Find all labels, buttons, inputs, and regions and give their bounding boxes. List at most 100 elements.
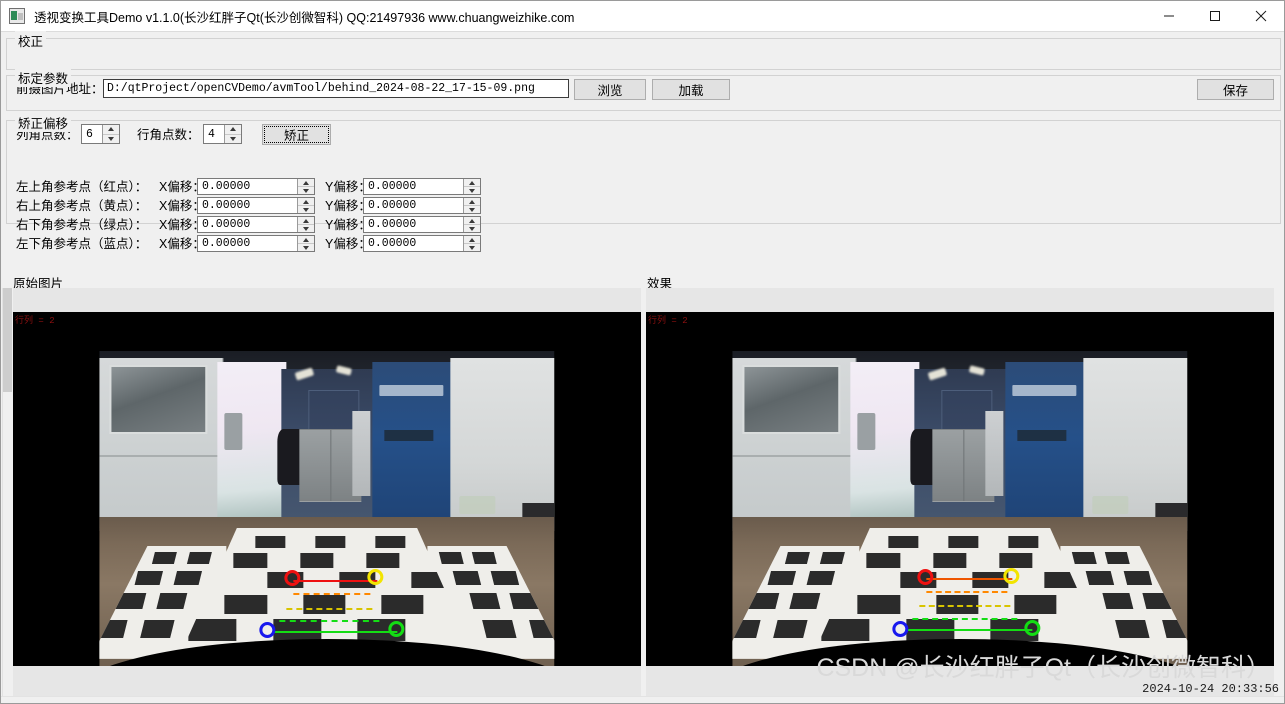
original-image-canvas[interactable]: 行列 = 2 [13, 312, 641, 666]
checker-square [1008, 536, 1038, 548]
offset-y-value-bottom-right-green: 0.00000 [364, 217, 463, 232]
checker-square [453, 571, 481, 585]
offset-y-spinbox-bottom-left-blue[interactable]: 0.00000 [363, 235, 481, 252]
marker-bottom-left-blue[interactable] [892, 621, 908, 637]
checker-square [1086, 571, 1114, 585]
offset-x-stepper-down-icon-2[interactable] [298, 225, 314, 232]
right-rack [352, 411, 370, 496]
offset-x-steppers-2[interactable] [297, 217, 314, 232]
window-title: 透视变换工具Demo v1.1.0(长沙红胖子Qt(长沙创微智科) QQ:214… [34, 7, 574, 26]
link-red-yellow [293, 580, 377, 582]
offset-y-spinbox-top-right-yellow[interactable]: 0.00000 [363, 197, 481, 214]
checker-square [768, 571, 796, 585]
offset-x-spinbox-bottom-right-green[interactable]: 0.00000 [197, 216, 315, 233]
offset-y-stepper-up-icon-1[interactable] [464, 198, 480, 206]
offset-y-steppers-1[interactable] [463, 198, 480, 213]
checker-square [315, 536, 345, 548]
checker-square [152, 552, 177, 564]
effect-image-canvas[interactable]: 行列 = 2 [646, 312, 1274, 666]
offset-x-stepper-up-icon-3[interactable] [298, 236, 314, 244]
link-blue-green [905, 629, 1032, 631]
marker-bottom-right-green[interactable] [388, 621, 404, 637]
checker-square [375, 536, 405, 548]
checker-square [1105, 552, 1130, 564]
dash-orange-1 [926, 591, 1008, 593]
application-window: 透视变换工具Demo v1.1.0(长沙红胖子Qt(长沙创微智科) QQ:214… [0, 0, 1285, 704]
marker-top-left-red[interactable] [284, 570, 300, 586]
marker-top-right-yellow[interactable] [367, 569, 383, 585]
offset-x-steppers-1[interactable] [297, 198, 314, 213]
checker-square [790, 593, 821, 609]
offset-y-steppers-2[interactable] [463, 217, 480, 232]
offset-y-spinbox-top-left-red[interactable]: 0.00000 [363, 178, 481, 195]
checker-square [225, 595, 267, 614]
maximize-button[interactable] [1192, 1, 1238, 31]
offset-x-stepper-down-icon-3[interactable] [298, 244, 314, 251]
link-blue-green [272, 631, 397, 633]
offset-x-spinbox-top-right-yellow[interactable]: 0.00000 [197, 197, 315, 214]
checker-square [858, 595, 900, 614]
screenshot-timestamp: 2024-10-24 20:33:56 [1142, 682, 1279, 696]
offset-row-label-bottom-right-green: 右下角参考点（绿点）： [16, 217, 147, 233]
group-offset-title: 矫正偏移 [15, 113, 71, 132]
checker-square [381, 595, 423, 614]
main-content: 校正 前摄图片地址： D:/qtProject/openCVDemo/avmTo… [1, 32, 1284, 703]
offset-y-stepper-down-icon-2[interactable] [464, 225, 480, 232]
close-button[interactable] [1238, 1, 1284, 31]
vertical-scrollbar-thumb[interactable] [3, 288, 12, 392]
offset-x-value-top-right-yellow: 0.00000 [198, 198, 297, 213]
offset-y-spinbox-bottom-right-green[interactable]: 0.00000 [363, 216, 481, 233]
effect-overlay-text: 行列 = 2 [648, 313, 688, 326]
image-tool-icon [9, 8, 25, 24]
offset-y-stepper-down-icon-3[interactable] [464, 244, 480, 251]
checker-square [469, 593, 500, 609]
offset-y-stepper-up-icon-0[interactable] [464, 179, 480, 187]
offset-x-stepper-down-icon-0[interactable] [298, 187, 314, 194]
offset-x-spinbox-top-left-red[interactable]: 0.00000 [197, 178, 315, 195]
title-bar: 透视变换工具Demo v1.1.0(长沙红胖子Qt(长沙创微智科) QQ:214… [1, 1, 1284, 32]
checker-square [820, 552, 845, 564]
original-image-panel[interactable]: 行列 = 2 [13, 288, 641, 697]
effect-scene-inner: 广州市XXXX信息技术有限公司 [732, 312, 1187, 666]
offset-y-steppers-0[interactable] [463, 179, 480, 194]
checker-square [1014, 595, 1056, 614]
checker-square [1124, 571, 1152, 585]
checker-square [234, 553, 267, 568]
checker-square [135, 571, 163, 585]
checker-square [867, 553, 900, 568]
lens-mask-top [99, 312, 554, 339]
vertical-scrollbar[interactable] [2, 288, 12, 700]
checker-square [303, 595, 345, 614]
offset-x-spinbox-bottom-left-blue[interactable]: 0.00000 [197, 235, 315, 252]
checker-square [888, 536, 918, 548]
offset-row-label-top-left-red: 左上角参考点（红点）： [16, 179, 147, 195]
dash-orange-1 [293, 593, 370, 595]
checker-square [187, 552, 212, 564]
left-cabinet [732, 358, 856, 531]
offset-y-stepper-down-icon-0[interactable] [464, 187, 480, 194]
offset-x-steppers-3[interactable] [297, 236, 314, 251]
original-scene: 广州市XXXX信息技术有限公司 [99, 312, 554, 666]
right-box [1092, 496, 1128, 514]
checker-square [933, 553, 966, 568]
offset-y-value-bottom-left-blue: 0.00000 [364, 236, 463, 251]
offset-y-stepper-down-icon-1[interactable] [464, 206, 480, 213]
effect-image-panel[interactable]: 行列 = 2 [646, 288, 1274, 697]
offset-y-stepper-up-icon-2[interactable] [464, 217, 480, 225]
offset-x-steppers-0[interactable] [297, 179, 314, 194]
offset-x-stepper-up-icon-2[interactable] [298, 217, 314, 225]
offset-y-steppers-3[interactable] [463, 236, 480, 251]
marker-bottom-left-blue[interactable] [259, 622, 275, 638]
offset-x-stepper-up-icon-1[interactable] [298, 198, 314, 206]
dash-green-1 [912, 618, 1017, 620]
checker-square [255, 536, 285, 548]
checker-square [999, 553, 1032, 568]
group-correct: 校正 [6, 38, 1281, 70]
offset-x-stepper-up-icon-0[interactable] [298, 179, 314, 187]
offset-y-stepper-up-icon-3[interactable] [464, 236, 480, 244]
minimize-button[interactable] [1146, 1, 1192, 31]
checker-square [189, 619, 237, 641]
right-rack [985, 411, 1003, 496]
checker-square [773, 620, 808, 638]
offset-x-stepper-down-icon-1[interactable] [298, 206, 314, 213]
